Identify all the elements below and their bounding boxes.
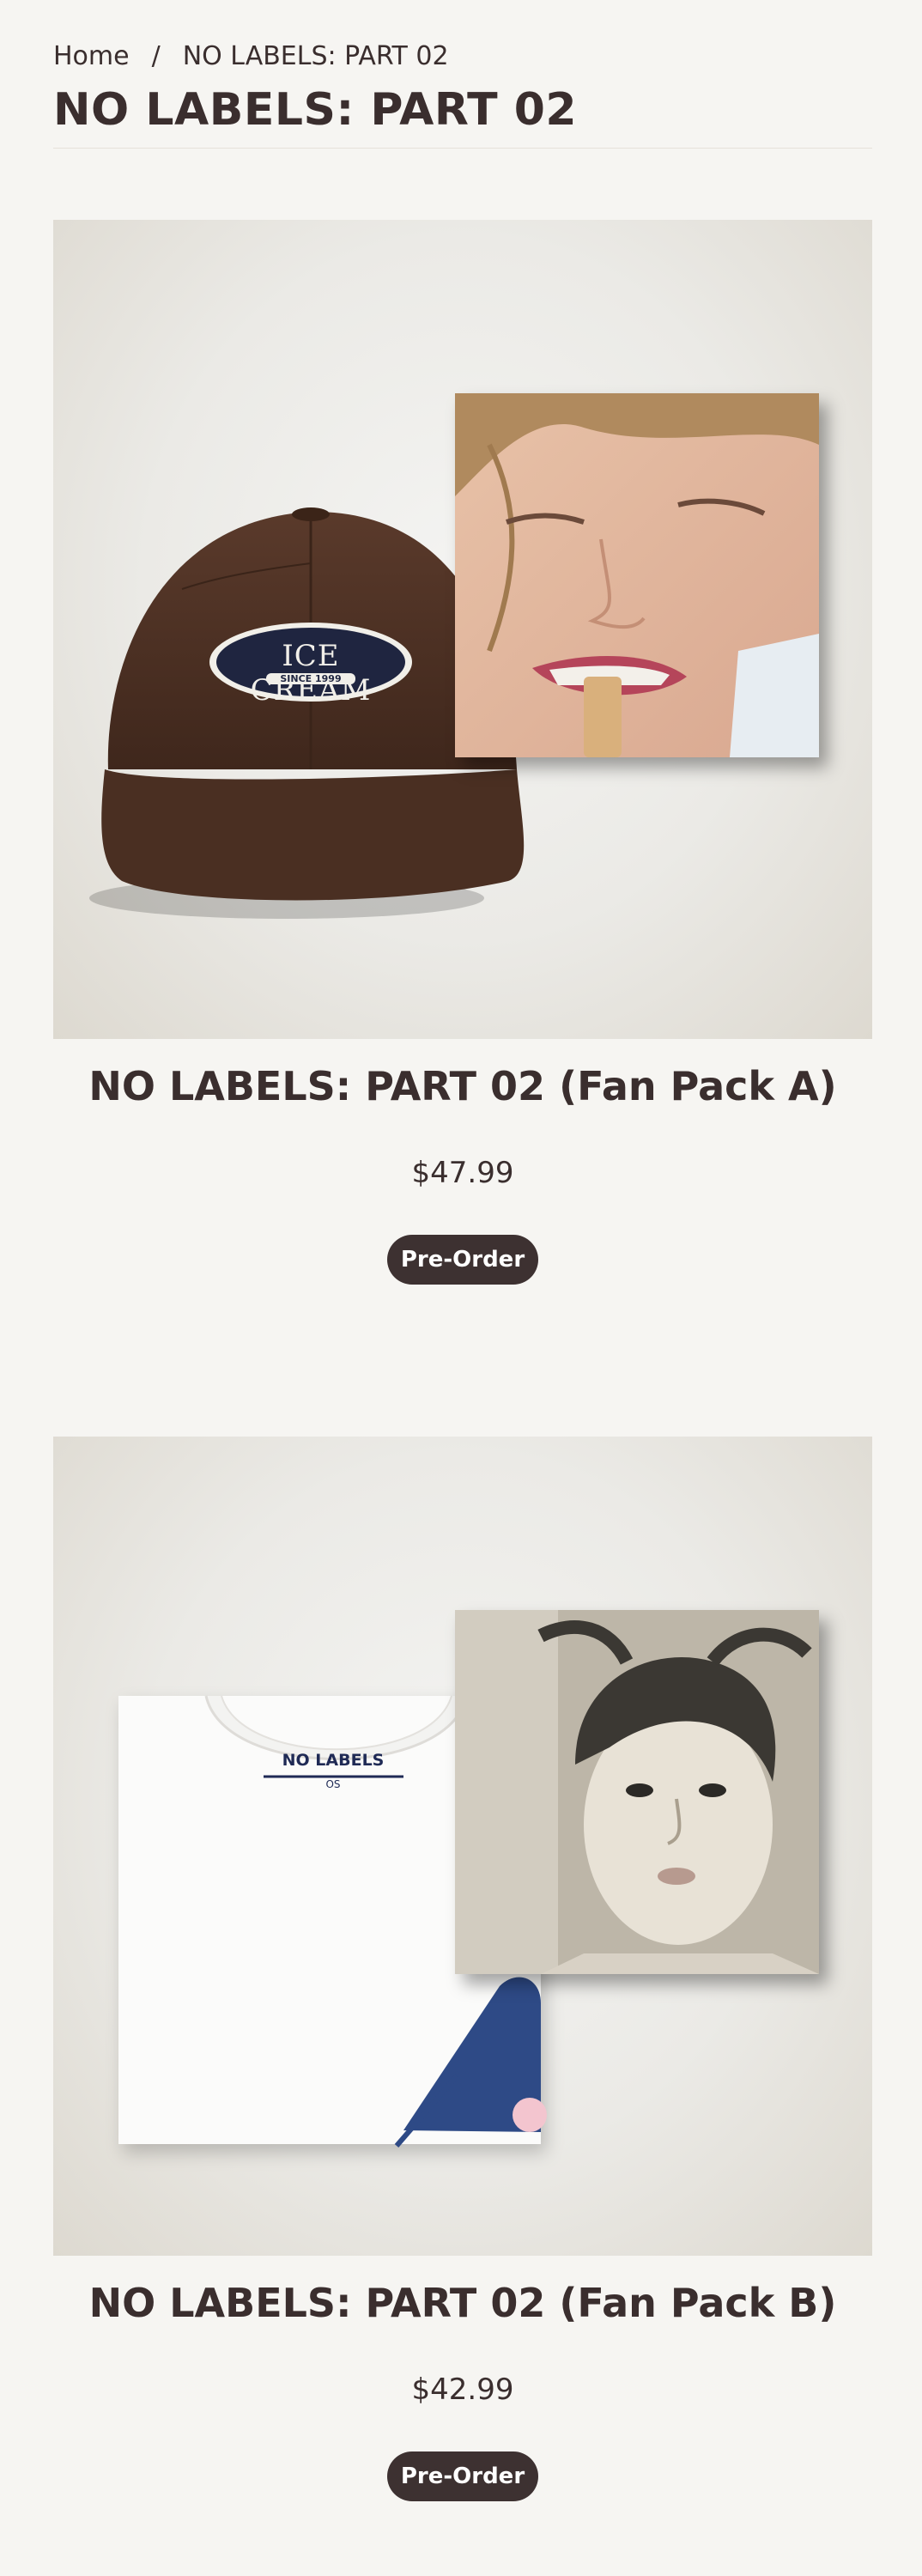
page-title: NO LABELS: PART 02 [53, 84, 578, 136]
product-card-fan-pack-b: NO LABELS OS NO LABELS: PART 02 (Fan Pac… [53, 1437, 872, 2501]
tee-label-size: OS [325, 1778, 341, 1790]
product-card-fan-pack-a: ICE CREAM SINCE 1999 NO LABELS: PART 02 … [53, 220, 872, 1285]
tee-label-brand: NO LABELS [282, 1751, 385, 1770]
artist-photo-b-art [455, 1610, 819, 1974]
cap-patch-subtext: SINCE 1999 [266, 673, 355, 684]
product-price: $47.99 [411, 1156, 514, 1190]
artist-photo-a [455, 393, 819, 757]
breadcrumb: Home / NO LABELS: PART 02 [53, 41, 449, 71]
pre-order-button[interactable]: Pre-Order [387, 1235, 538, 1285]
breadcrumb-home-link[interactable]: Home [53, 41, 130, 71]
product-image-fan-pack-a[interactable]: ICE CREAM SINCE 1999 [53, 220, 872, 1039]
page: Home / NO LABELS: PART 02 NO LABELS: PAR… [0, 0, 922, 2576]
title-divider [53, 148, 872, 149]
artist-photo-a-art [455, 393, 819, 757]
product-image-fan-pack-b[interactable]: NO LABELS OS [53, 1437, 872, 2256]
pre-order-button[interactable]: Pre-Order [387, 2451, 538, 2501]
product-price: $42.99 [411, 2372, 514, 2407]
breadcrumb-current: NO LABELS: PART 02 [182, 41, 449, 71]
product-title[interactable]: NO LABELS: PART 02 (Fan Pack B) [53, 2280, 872, 2326]
product-title[interactable]: NO LABELS: PART 02 (Fan Pack A) [53, 1063, 872, 1109]
breadcrumb-separator: / [151, 41, 161, 71]
artist-photo-b [455, 1610, 819, 1974]
